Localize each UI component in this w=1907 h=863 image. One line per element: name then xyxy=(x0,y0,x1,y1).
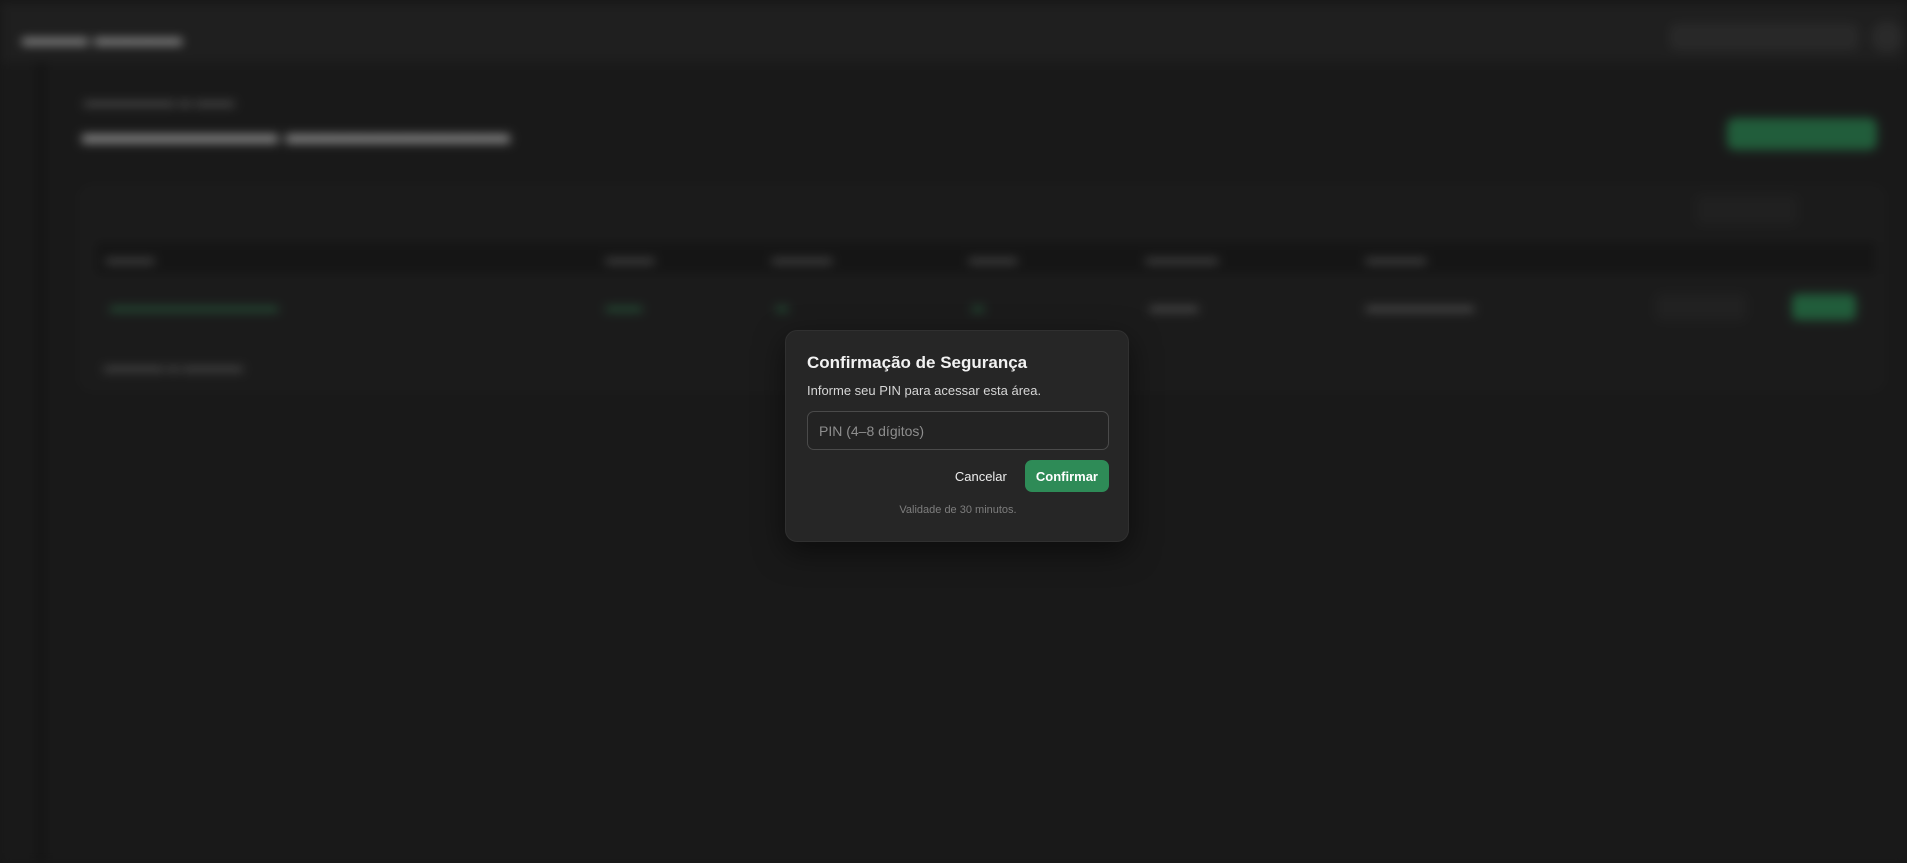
dialog-description: Informe seu PIN para acessar esta área. xyxy=(807,383,1042,398)
dialog-title: Confirmação de Segurança xyxy=(807,353,1028,372)
dialog-actions: Cancelar Confirmar xyxy=(807,460,1109,492)
page: ▬▬▬ ▬▬▬▬ ▬▬▬▬▬▬▬ ▬ ▬▬▬ ▬▬▬▬▬▬▬ ▬▬▬▬▬▬▬▬ … xyxy=(0,0,1907,863)
pin-input[interactable] xyxy=(807,411,1109,450)
cancel-button[interactable]: Cancelar xyxy=(945,460,1017,492)
validity-note: Validade de 30 minutos. xyxy=(899,504,1017,516)
security-confirmation-dialog: Confirmação de Segurança Informe seu PIN… xyxy=(785,330,1129,542)
confirm-button[interactable]: Confirmar xyxy=(1024,460,1109,492)
